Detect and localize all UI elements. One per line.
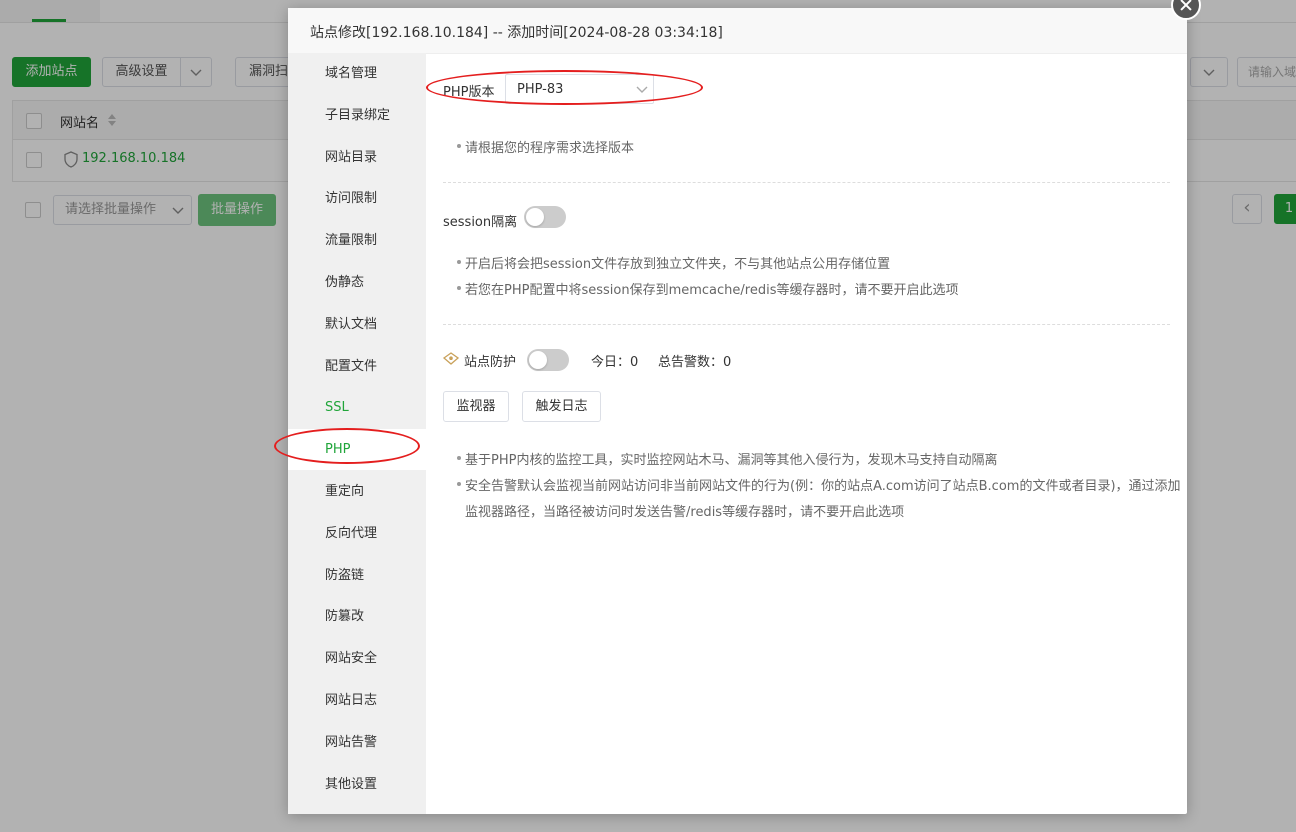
chevron-down-icon (636, 86, 648, 93)
trigger-log-button[interactable]: 触发日志 (522, 391, 601, 422)
site-protection-label: 站点防护 (464, 355, 517, 370)
sidebar-item[interactable]: PHP (288, 429, 426, 471)
sidebar-item[interactable]: 域名管理 (288, 53, 426, 94)
settings-menu: 域名管理 子目录绑定 网站目录 访问限制 流量限制 伪静态 默认文档 配置文件 SSL PHP 重定… (288, 53, 426, 814)
sidebar-item[interactable]: 流量限制 (288, 220, 426, 261)
sidebar-item[interactable]: 访问限制 (288, 178, 426, 219)
sidebar-item[interactable]: 防篡改 (288, 596, 426, 637)
sidebar-item[interactable]: 配置文件 (288, 346, 426, 387)
eye-diamond-icon (443, 352, 459, 365)
divider (443, 324, 1170, 325)
site-edit-modal: 站点修改[192.168.10.184] -- 添加时间[2024-08-28 … (274, 8, 1187, 814)
modal-header: 站点修改[192.168.10.184] -- 添加时间[2024-08-28 … (288, 8, 1187, 54)
sidebar-item[interactable]: 伪静态 (288, 262, 426, 303)
session-isolation-label: session隔离 (443, 215, 518, 230)
today-count: 今日：0 (591, 355, 639, 370)
sidebar-item[interactable]: 其他设置 (288, 764, 426, 805)
sidebar-item[interactable]: 网站告警 (288, 722, 426, 763)
sidebar-item[interactable]: 重定向 (288, 471, 426, 512)
php-version-label: PHP版本 (443, 85, 495, 100)
session-isolation-toggle[interactable] (524, 206, 566, 228)
toggle-knob (526, 208, 544, 226)
php-version-select[interactable]: PHP-83 (505, 74, 654, 104)
sidebar-item[interactable]: 网站安全 (288, 638, 426, 679)
sidebar-item[interactable]: 防盗链 (288, 555, 426, 596)
sidebar-item[interactable]: 网站日志 (288, 680, 426, 721)
sidebar-item[interactable]: 网站目录 (288, 137, 426, 178)
protection-tip: 安全告警默认会监视当前网站访问非当前网站文件的行为(例：你的站点A.com访问了… (457, 475, 1181, 494)
session-tip: 若您在PHP配置中将session保存到memcache/redis等缓存器时，… (456, 279, 958, 298)
divider (443, 182, 1170, 183)
sidebar-item[interactable]: 反向代理 (288, 513, 426, 554)
php-settings-panel: PHP版本 PHP-83 请根据您的程序需求选择版本 session隔离 开启后… (443, 53, 1181, 814)
total-alarm-count: 总告警数：0 (658, 355, 732, 370)
protection-tip: 基于PHP内核的监控工具，实时监控网站木马、漏洞等其他入侵行为，发现木马支持自动… (456, 449, 997, 468)
monitor-button[interactable]: 监视器 (443, 391, 509, 422)
sidebar-item[interactable]: SSL (288, 387, 426, 428)
sidebar-item[interactable]: 默认文档 (288, 304, 426, 345)
protection-tip-continued: 监视器路径，当路径被访问时发送告警/redis等缓存器时，请不要开启此选项 (465, 505, 905, 520)
session-tip: 开启后将会把session文件存放到独立文件夹，不与其他站点公用存储位置 (456, 253, 890, 272)
site-protection-toggle[interactable] (527, 349, 569, 371)
php-version-tip: 请根据您的程序需求选择版本 (456, 137, 634, 156)
toggle-knob (529, 351, 547, 369)
modal-title: 站点修改[192.168.10.184] -- 添加时间[2024-08-28 … (310, 25, 723, 41)
sidebar-item[interactable]: 子目录绑定 (288, 95, 426, 136)
php-version-value: PHP-83 (517, 82, 564, 97)
